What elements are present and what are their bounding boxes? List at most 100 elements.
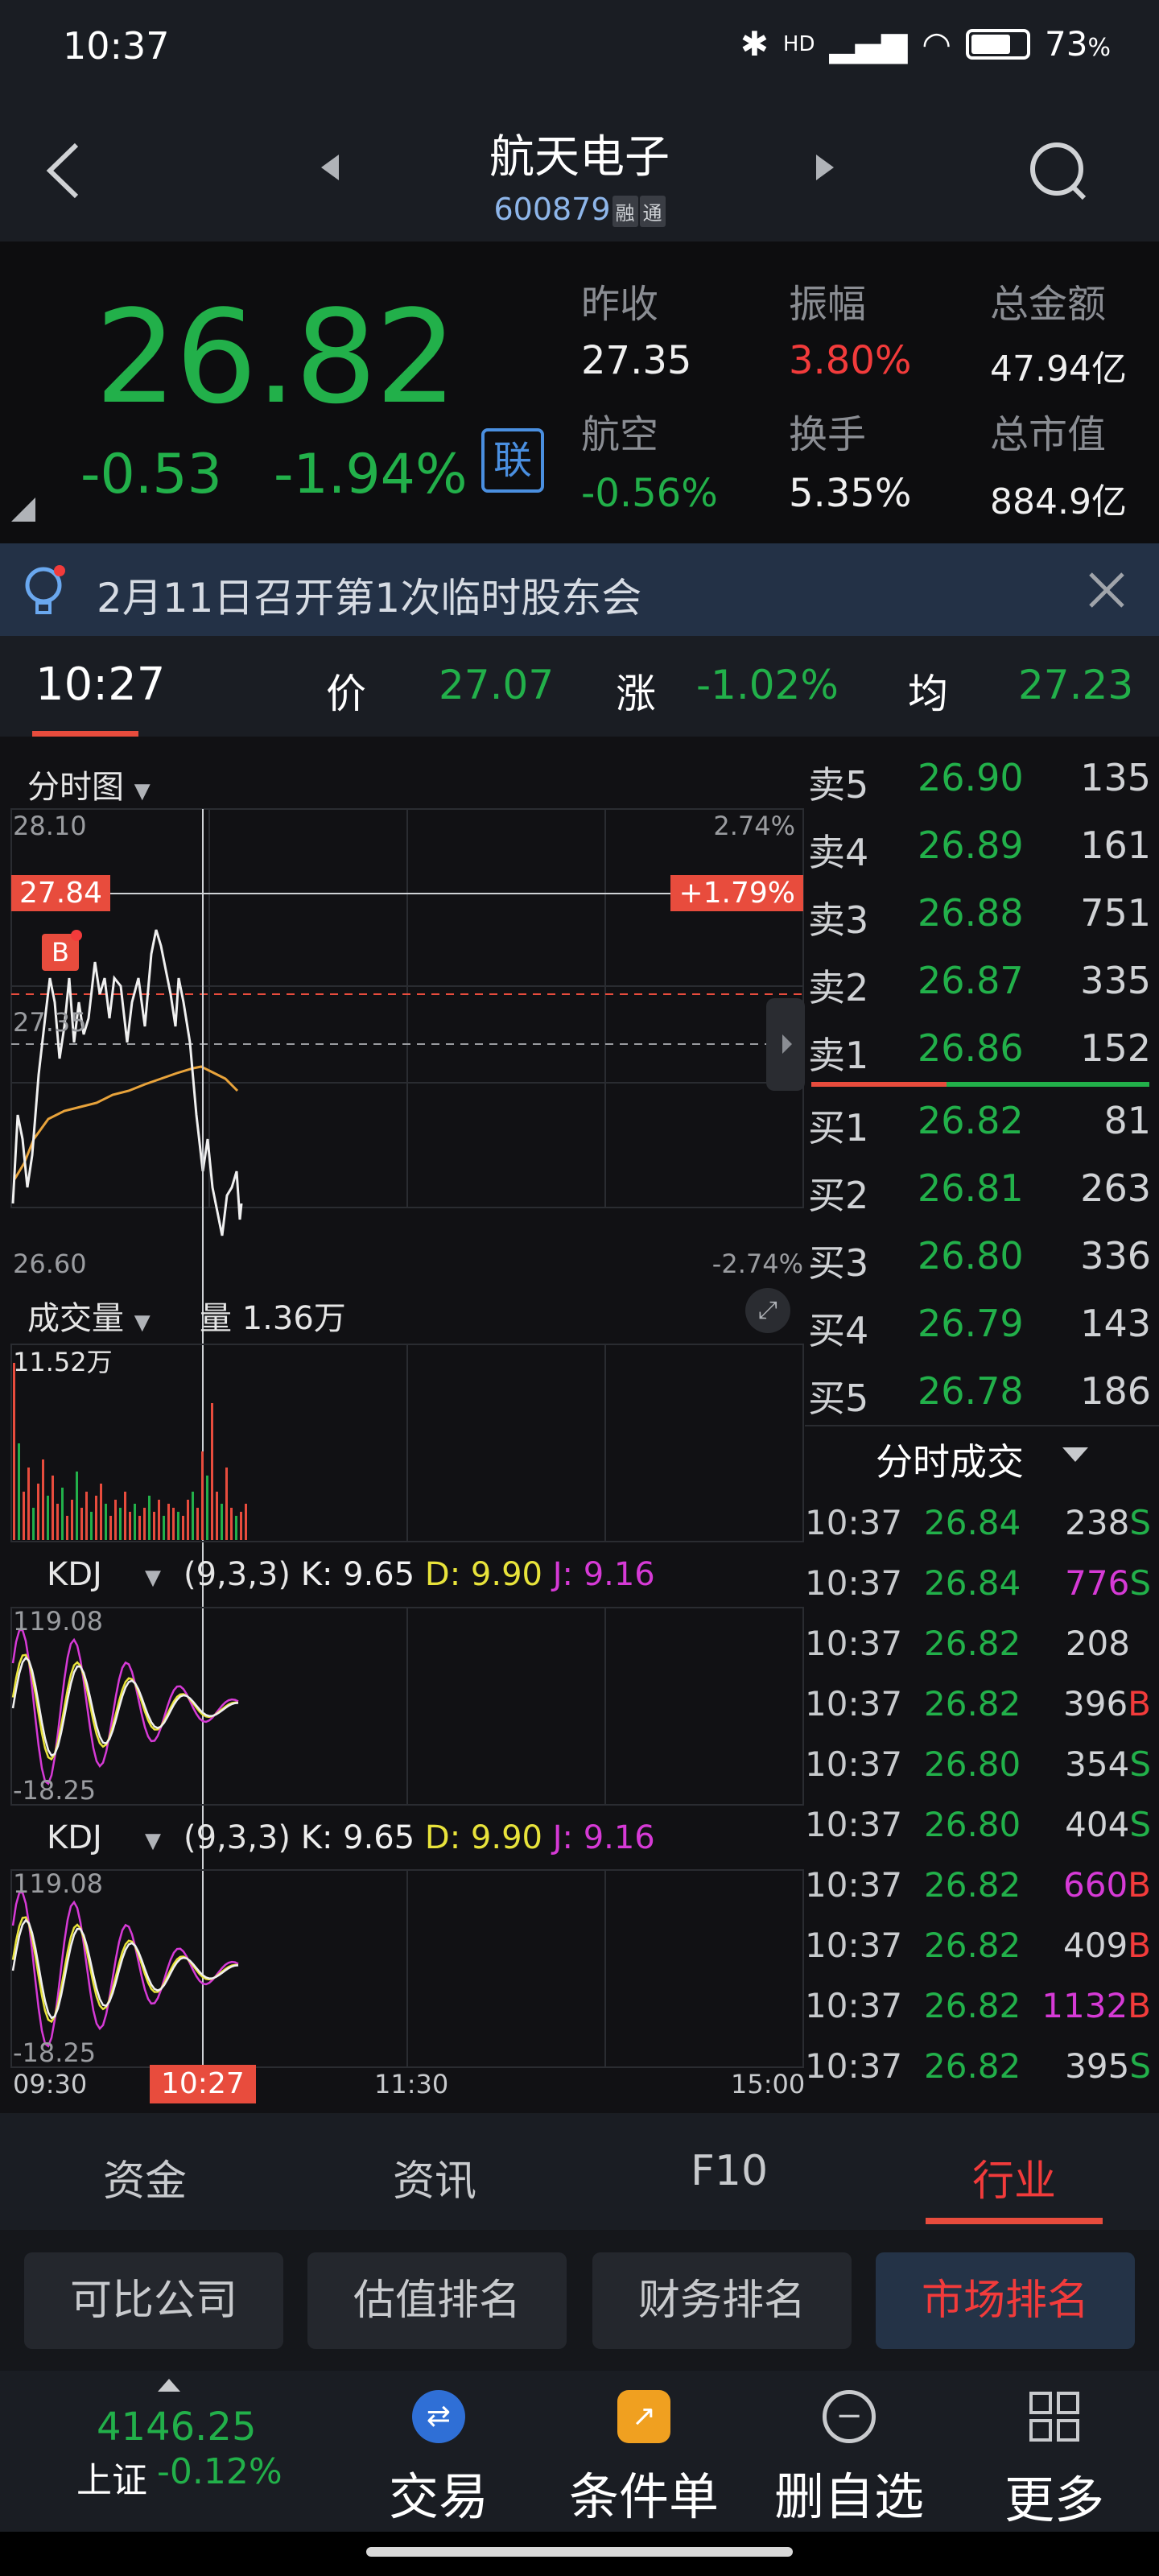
volume-bar: [71, 1500, 73, 1540]
volume-bar: [201, 1451, 204, 1540]
kdj1-d: D: 9.90: [424, 1556, 542, 1593]
volume-bar: [32, 1508, 35, 1540]
ask-price: 26.90: [918, 756, 1024, 799]
intraday-title[interactable]: 分时图 ▼: [27, 761, 151, 807]
volume-bar: [13, 1363, 15, 1540]
chevron-up-icon[interactable]: [158, 2379, 180, 2392]
trade-time: 10:37: [805, 2046, 903, 2086]
subtab-market[interactable]: 市场排名: [876, 2252, 1135, 2349]
notice-banner[interactable]: 2月11日召开第1次临时股东会: [0, 543, 1159, 636]
chevron-down-icon[interactable]: [1062, 1447, 1088, 1462]
tab-funds[interactable]: 资金: [103, 2147, 187, 2207]
nav-remove-watchlist[interactable]: − 删自选: [761, 2390, 938, 2529]
bid-row-2[interactable]: 买2 26.81 263: [805, 1155, 1159, 1223]
trade-volume-cell: 1132B: [1041, 1986, 1151, 2025]
trade-row: 10:37 26.82 395S: [805, 2037, 1159, 2097]
bid-row-1[interactable]: 买1 26.82 81: [805, 1088, 1159, 1155]
kdj1-max-label: 119.08: [13, 1606, 103, 1637]
bid-price: 26.82: [918, 1099, 1024, 1142]
cursor-change-label: 涨: [616, 671, 656, 717]
volume-bar: [47, 1496, 49, 1540]
x-label-close: 15:00: [731, 2069, 806, 2099]
bid-row-5[interactable]: 买5 26.78 186: [805, 1358, 1159, 1426]
trade-volume: 404: [1065, 1805, 1130, 1844]
nav-trade[interactable]: ⇄ 交易: [350, 2390, 527, 2529]
trade-volume-cell: 395S: [1065, 2046, 1151, 2086]
prev-close-label: 昨收: [581, 282, 659, 327]
kdj1-title[interactable]: KDJ: [47, 1556, 102, 1593]
margin-tag: 融: [612, 196, 638, 227]
mid-price-label: 27.35: [13, 1007, 87, 1038]
trade-volume: 354: [1065, 1744, 1130, 1784]
nav-remove-label: 删自选: [773, 2467, 924, 2526]
tab-f10[interactable]: F10: [691, 2147, 768, 2195]
ask-row-1[interactable]: 卖5 26.90 135: [805, 745, 1159, 812]
intraday-chart-svg[interactable]: [0, 737, 805, 2105]
kdj2-title[interactable]: KDJ: [47, 1819, 102, 1856]
trade-price: 26.82: [924, 1865, 1021, 1905]
volume-bar: [206, 1476, 208, 1540]
trade-row: 10:37 26.82 409B: [805, 1916, 1159, 1976]
home-indicator[interactable]: [366, 2547, 793, 2557]
volume-bar: [90, 1512, 93, 1540]
trade-volume-cell: 208: [1066, 1624, 1151, 1663]
ask-row-4[interactable]: 卖2 26.87 335: [805, 947, 1159, 1015]
ask-level-label: 卖5: [808, 763, 869, 807]
volume-bar: [114, 1500, 117, 1540]
index-value[interactable]: 4146.25: [97, 2405, 257, 2450]
ask-row-2[interactable]: 卖4 26.89 161: [805, 812, 1159, 880]
conditional-order-icon: ↗: [617, 2390, 670, 2443]
expand-corner-icon[interactable]: [11, 497, 35, 522]
trade-time: 10:37: [805, 1926, 903, 1965]
trade-price: 26.80: [924, 1744, 1021, 1784]
volume-bar: [105, 1504, 107, 1540]
volume-bar: [163, 1516, 165, 1540]
cursor-avg-label: 均: [908, 671, 948, 717]
y-min-label: 26.60: [13, 1249, 87, 1279]
prev-close-value: 27.35: [581, 338, 692, 383]
cursor-change: -1.02%: [696, 662, 839, 708]
cursor-avg: 27.23: [1018, 662, 1134, 708]
ask-row-3[interactable]: 卖3 26.88 751: [805, 880, 1159, 947]
trade-time: 10:37: [805, 1865, 903, 1905]
minus-circle-icon: −: [823, 2390, 876, 2443]
ask-row-5[interactable]: 卖1 26.86 152: [805, 1015, 1159, 1083]
volume-title[interactable]: 成交量 ▼: [27, 1292, 151, 1339]
fullscreen-icon[interactable]: ⤢: [745, 1288, 790, 1333]
nav-conditional-order[interactable]: ↗ 条件单: [555, 2390, 732, 2529]
volume-bar: [192, 1492, 194, 1540]
bottom-nav: 4146.25 上证 -0.12% ⇄ 交易 ↗ 条件单 − 删自选 更多: [0, 2371, 1159, 2532]
chevron-down-icon[interactable]: ▼: [145, 1566, 161, 1590]
bid-row-3[interactable]: 买3 26.80 336: [805, 1223, 1159, 1290]
cursor-info-bar: 10:27 价 27.07 涨 -1.02% 均 27.23: [0, 636, 1159, 737]
trade-price: 26.82: [924, 1684, 1021, 1724]
volume-bar: [76, 1472, 78, 1540]
kdj2-max-label: 119.08: [13, 1868, 103, 1899]
trade-volume: 396: [1063, 1684, 1128, 1724]
trade-volume-cell: 409B: [1063, 1926, 1151, 1965]
tab-industry[interactable]: 行业: [972, 2147, 1056, 2207]
subtab-peers[interactable]: 可比公司: [24, 2252, 283, 2349]
sector-link[interactable]: 航空: [581, 402, 658, 459]
bid-row-4[interactable]: 买4 26.79 143: [805, 1290, 1159, 1358]
nav-more[interactable]: 更多: [966, 2390, 1143, 2532]
chevron-down-icon[interactable]: ▼: [145, 1829, 161, 1853]
ask-volume: 335: [1080, 959, 1151, 1002]
chevron-down-icon: ▼: [134, 1311, 151, 1335]
tab-news[interactable]: 资讯: [393, 2147, 476, 2207]
search-icon[interactable]: [1026, 138, 1091, 203]
cursor-price: 27.07: [439, 662, 555, 708]
last-price: 26.82: [95, 282, 457, 432]
trade-time: 10:37: [805, 1986, 903, 2025]
linked-badge[interactable]: 联: [481, 428, 544, 493]
book-divider-ask: [947, 1082, 1149, 1087]
active-tab-underline: [926, 2218, 1103, 2224]
cursor-time-underline: [32, 731, 138, 737]
next-stock-icon[interactable]: [813, 151, 837, 184]
subtab-financial[interactable]: 财务排名: [592, 2252, 852, 2349]
trade-price: 26.82: [924, 1986, 1021, 2025]
subtab-valuation[interactable]: 估值排名: [307, 2252, 567, 2349]
chart-area[interactable]: 分时图 ▼ 28.10 2.74% 27.84 +1.79% B 27.35 2…: [0, 737, 805, 2105]
trades-title[interactable]: 分时成交: [876, 1433, 1024, 1486]
close-icon[interactable]: [1083, 566, 1131, 614]
